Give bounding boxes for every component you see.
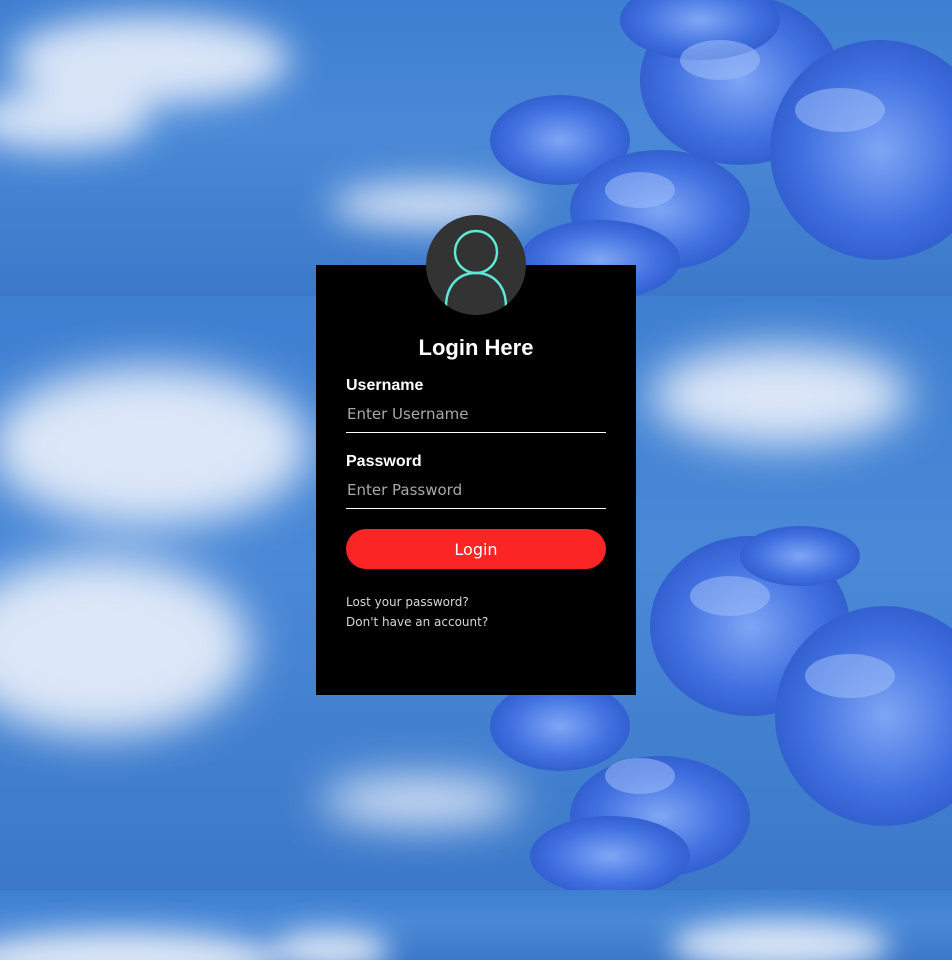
form-links: Lost your password? Don't have an accoun…	[346, 592, 606, 632]
password-input[interactable]	[346, 471, 606, 509]
lost-password-link[interactable]: Lost your password?	[346, 592, 606, 612]
user-icon	[444, 229, 508, 308]
background-tile	[0, 890, 952, 960]
form-title: Login Here	[418, 335, 534, 360]
login-box: Login Here Username Password Login Lost …	[316, 215, 636, 695]
login-form: Username Password Login Lost your passwo…	[346, 377, 606, 632]
login-button[interactable]: Login	[346, 529, 606, 569]
signup-link[interactable]: Don't have an account?	[346, 612, 606, 632]
username-input[interactable]	[346, 395, 606, 433]
avatar	[426, 215, 526, 315]
username-label: Username	[346, 377, 424, 394]
password-label: Password	[346, 453, 422, 470]
